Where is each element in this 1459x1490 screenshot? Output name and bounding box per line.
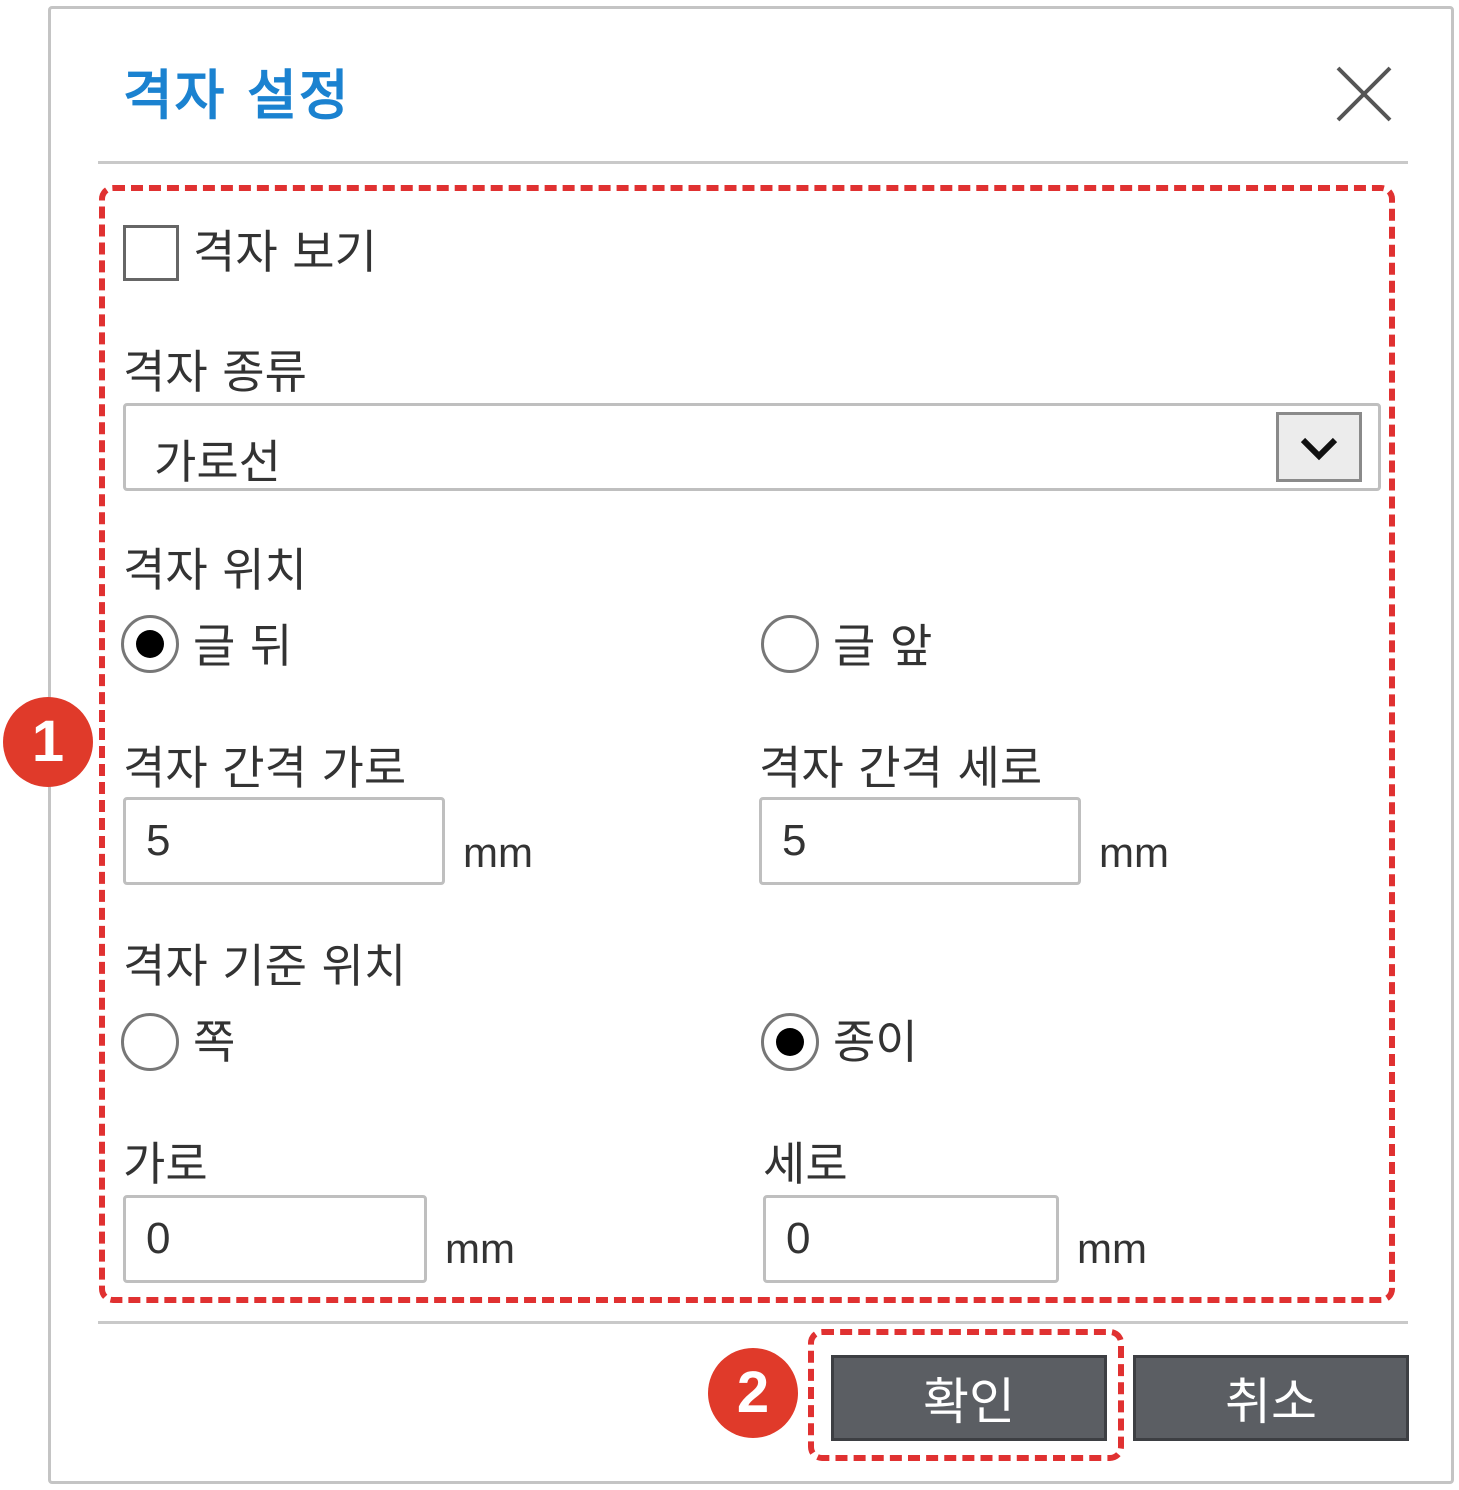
annotation-settings-box [99, 185, 1395, 1303]
dialog-title: 격자 설정 [123, 64, 351, 127]
close-icon[interactable] [1334, 64, 1394, 124]
header-divider [98, 161, 1408, 164]
annotation-ok-box [808, 1329, 1124, 1461]
annotation-badge-2: 2 [708, 1348, 798, 1438]
footer-divider [98, 1321, 1408, 1324]
cancel-button[interactable]: 취소 [1133, 1355, 1409, 1441]
annotation-badge-1: 1 [3, 697, 93, 787]
grid-settings-dialog: 격자 설정 격자 보기 격자 종류 가로선 격자 위치 글 뒤 글 앞 격자 간… [48, 6, 1454, 1484]
